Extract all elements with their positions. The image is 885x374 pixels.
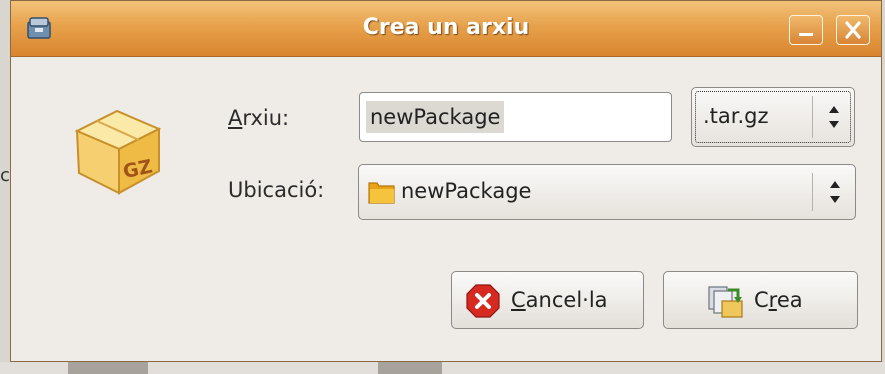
- extension-value: .tar.gz: [703, 104, 769, 128]
- create-button[interactable]: Crea: [663, 271, 858, 329]
- titlebar[interactable]: Crea un arxiu: [11, 1, 881, 57]
- location-select[interactable]: newPackage: [358, 164, 856, 220]
- minimize-icon: [799, 33, 813, 36]
- gz-package-icon: GZ: [74, 109, 162, 195]
- minimize-button[interactable]: [789, 15, 823, 45]
- file-label: Arxiu:: [228, 106, 290, 130]
- combo-separator: [812, 96, 813, 138]
- close-icon: [845, 21, 861, 39]
- updown-arrows-icon: [829, 106, 839, 128]
- file-name-input[interactable]: newPackage: [359, 92, 672, 142]
- create-label: Crea: [754, 288, 803, 312]
- background-tab: [378, 362, 442, 374]
- location-value: newPackage: [401, 179, 532, 203]
- updown-arrows-icon: [830, 181, 840, 203]
- combo-separator: [812, 173, 813, 211]
- background-tab: [68, 362, 148, 374]
- file-name-value[interactable]: newPackage: [366, 101, 505, 133]
- cancel-label: Cancel·la: [511, 288, 608, 312]
- close-button[interactable]: [836, 15, 870, 45]
- location-label: Ubicació:: [228, 178, 325, 202]
- background-text: c: [0, 165, 10, 186]
- extension-select[interactable]: .tar.gz: [691, 87, 855, 147]
- cancel-icon: [466, 284, 500, 318]
- cancel-button[interactable]: Cancel·la: [451, 271, 644, 329]
- create-archive-icon: [708, 286, 743, 318]
- folder-icon: [368, 182, 395, 204]
- window-title: Crea un arxiu: [362, 15, 530, 40]
- svg-text:GZ: GZ: [121, 155, 154, 183]
- create-archive-dialog: Crea un arxiu GZ Arxiu: newPackage .tar.…: [10, 0, 882, 362]
